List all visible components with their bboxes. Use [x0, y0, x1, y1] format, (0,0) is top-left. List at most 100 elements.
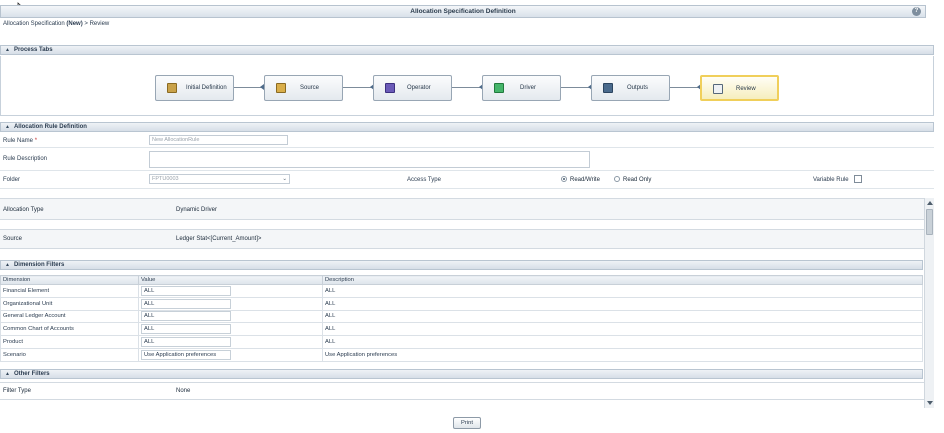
rule-description-input[interactable] — [149, 151, 590, 168]
help-icon[interactable]: ? — [912, 7, 921, 16]
window-titlebar: Allocation Specification Definition ? — [0, 5, 926, 18]
access-type-label: Access Type — [407, 177, 441, 183]
source-row: Source Ledger Stat<[Current_Amount]> — [0, 229, 924, 249]
allocation-type-value: Dynamic Driver — [176, 207, 218, 213]
other-filters-header[interactable]: ▲ Other Filters — [0, 369, 923, 379]
tab-driver[interactable]: Driver — [482, 75, 561, 101]
filter-type-value: None — [176, 388, 191, 394]
dimension-cell: General Ledger Account — [0, 309, 139, 324]
column-header-value: Value — [138, 275, 323, 285]
value-cell: Use Application preferences — [138, 347, 323, 362]
access-read-write-option[interactable]: Read/Write — [561, 176, 600, 183]
description-cell: ALL — [322, 322, 923, 337]
tab-connector — [234, 87, 263, 88]
tab-outputs[interactable]: Outputs — [591, 75, 670, 101]
collapse-triangle-icon[interactable]: ▲ — [5, 370, 10, 378]
review-icon — [713, 84, 723, 94]
scroll-up-arrow-icon[interactable] — [927, 201, 933, 205]
value-cell: ALL — [138, 309, 323, 324]
source-icon — [276, 83, 286, 93]
value-field[interactable]: Use Application preferences — [141, 349, 231, 360]
description-cell: ALL — [322, 296, 923, 311]
table-row: Organizational Unit ALL ALL — [0, 296, 923, 311]
window-title: Allocation Specification Definition — [410, 8, 516, 15]
breadcrumb-current: Review — [89, 21, 110, 27]
folder-label: Folder — [3, 177, 21, 183]
tab-initial-definition[interactable]: Initial Definition — [155, 75, 234, 101]
radio-read-only[interactable] — [614, 176, 620, 182]
value-field[interactable]: ALL — [141, 285, 231, 296]
table-row: Scenario Use Application preferences Use… — [0, 347, 923, 362]
table-row: Common Chart of Accounts ALL ALL — [0, 322, 923, 337]
table-row: General Ledger Account ALL ALL — [0, 309, 923, 324]
filter-type-label: Filter Type — [3, 388, 31, 394]
operator-icon — [385, 83, 395, 93]
value-cell: ALL — [138, 335, 323, 349]
value-cell: ALL — [138, 284, 323, 298]
breadcrumb-separator: > — [84, 21, 88, 27]
folder-select[interactable]: FPTU0003 ⌄ — [149, 174, 290, 184]
breadcrumb: Allocation Specification (New) > Review — [3, 21, 109, 27]
radio-read-write-label: Read/Write — [570, 177, 600, 183]
dimension-cell: Organizational Unit — [0, 296, 139, 311]
definition-icon — [167, 83, 177, 93]
description-cell: ALL — [322, 309, 923, 324]
dimension-filters-header[interactable]: ▲ Dimension Filters — [0, 260, 923, 270]
radio-read-write[interactable] — [561, 176, 567, 182]
tab-review[interactable]: Review — [700, 75, 779, 101]
chevron-down-icon: ⌄ — [282, 176, 287, 182]
tab-operator[interactable]: Operator — [373, 75, 452, 101]
tab-connector — [670, 87, 700, 88]
dimension-cell: Common Chart of Accounts — [0, 322, 139, 337]
folder-select-value: FPTU0003 — [152, 176, 179, 182]
collapse-triangle-icon[interactable]: ▲ — [5, 46, 10, 54]
rule-name-input[interactable]: New AllocationRule — [149, 135, 288, 145]
tab-connector — [452, 87, 482, 88]
value-field[interactable]: ALL — [141, 337, 231, 348]
rule-definition-header[interactable]: ▲ Allocation Rule Definition — [0, 122, 934, 132]
tab-label: Review — [736, 86, 756, 92]
allocation-type-row: Allocation Type Dynamic Driver — [0, 198, 924, 220]
rule-name-row: Rule Name * New AllocationRule — [0, 133, 934, 148]
dimension-filters-title: Dimension Filters — [13, 262, 65, 268]
value-field[interactable]: ALL — [141, 298, 231, 309]
tab-source[interactable]: Source — [264, 75, 343, 101]
table-row: Financial Element ALL ALL — [0, 284, 923, 298]
print-button[interactable]: Print — [453, 417, 481, 429]
driver-icon — [494, 83, 504, 93]
description-cell: ALL — [322, 284, 923, 298]
tab-label: Operator — [407, 85, 431, 91]
variable-rule-label: Variable Rule — [813, 177, 849, 183]
description-cell: ALL — [322, 335, 923, 349]
process-tabs-header[interactable]: ▲ Process Tabs — [0, 45, 934, 55]
tab-connector — [343, 87, 373, 88]
vertical-scrollbar[interactable] — [924, 198, 934, 408]
column-header-description: Description — [322, 275, 923, 285]
column-header-dimension: Dimension — [0, 275, 139, 285]
rule-definition-title: Allocation Rule Definition — [13, 124, 87, 130]
filter-type-row: Filter Type None — [0, 382, 924, 400]
tab-connector — [561, 87, 591, 88]
value-field[interactable]: ALL — [141, 311, 231, 322]
dimension-cell: Product — [0, 335, 139, 349]
collapse-triangle-icon[interactable]: ▲ — [5, 123, 10, 131]
access-read-only-option[interactable]: Read Only — [614, 176, 651, 183]
breadcrumb-mode: (New) — [66, 21, 83, 27]
value-field[interactable]: ALL — [141, 324, 231, 335]
tab-label: Source — [300, 85, 320, 91]
rule-description-label: Rule Description — [3, 156, 48, 162]
source-label: Source — [3, 236, 23, 242]
tab-label: Outputs — [627, 85, 649, 91]
dimension-cell: Scenario — [0, 347, 139, 362]
value-cell: ALL — [138, 296, 323, 311]
collapse-triangle-icon[interactable]: ▲ — [5, 261, 10, 269]
review-scroll-panel[interactable]: Allocation Type Dynamic Driver Source Le… — [0, 198, 934, 408]
dimension-filters-table: Dimension Value Description Financial El… — [0, 275, 923, 362]
scrollbar-thumb[interactable] — [926, 209, 933, 235]
variable-rule-checkbox[interactable] — [854, 175, 862, 183]
breadcrumb-root[interactable]: Allocation Specification — [3, 21, 65, 27]
outputs-icon — [603, 83, 613, 93]
scroll-down-arrow-icon[interactable] — [927, 401, 933, 405]
table-row: Product ALL ALL — [0, 335, 923, 349]
value-cell: ALL — [138, 322, 323, 337]
